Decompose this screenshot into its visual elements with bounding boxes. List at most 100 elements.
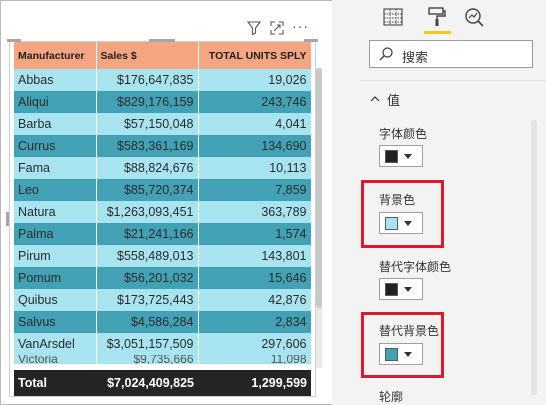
filter-icon[interactable] (246, 20, 264, 38)
font-color-label: 字体颜色 (379, 127, 428, 141)
column-header[interactable]: Manufacturer (14, 42, 97, 69)
cell-sales: $3,051,157,509 (96, 333, 199, 355)
pane-separator (332, 0, 360, 405)
fields-icon[interactable] (382, 6, 404, 28)
cell-manufacturer: Pomum (14, 267, 97, 289)
table-row[interactable]: Fama $88,824,676 10,113 (14, 157, 312, 179)
table-row[interactable]: Palma $21,241,166 1,574 (14, 223, 312, 245)
table-row[interactable]: Natura $1,263,093,451 363,789 (14, 201, 312, 223)
alt-font-color-picker[interactable] (379, 278, 423, 300)
cell-units: 2,834 (198, 311, 312, 333)
focus-mode-icon[interactable] (269, 20, 287, 38)
format-pane-scrollbar[interactable] (531, 120, 537, 395)
cell-sales: $88,824,676 (96, 157, 199, 179)
cell-manufacturer: Quibus (14, 289, 97, 311)
cell-units: 143,801 (198, 245, 312, 267)
cell-sales: $583,361,169 (96, 135, 199, 157)
resize-handle-left[interactable] (6, 212, 9, 226)
table-total-row: Total $7,024,409,825 1,299,599 (14, 370, 311, 396)
cell-units: 363,789 (198, 201, 312, 223)
cell-manufacturer: Abbas (14, 69, 97, 91)
cell-manufacturer: Palma (14, 223, 97, 245)
table-scrollbar[interactable] (316, 68, 322, 368)
cell-sales: $176,647,835 (96, 69, 199, 91)
alt-font-color-label: 替代字体颜色 (379, 260, 452, 274)
cell-manufacturer: Pirum (14, 245, 97, 267)
color-swatch (385, 347, 398, 361)
cell-sales: $21,241,166 (96, 223, 199, 245)
analytics-icon[interactable] (463, 6, 485, 28)
cell-units: 1,574 (198, 223, 312, 245)
cell-manufacturer: Barba (14, 113, 97, 135)
cell-sales: $56,201,032 (96, 267, 199, 289)
alt-background-color-picker[interactable] (379, 343, 423, 365)
color-swatch (385, 216, 398, 230)
cell-manufacturer: Aliqui (14, 91, 97, 113)
selection-border-bottom (9, 396, 316, 397)
search-icon (378, 46, 394, 62)
table-row[interactable]: Barba $57,150,048 4,041 (14, 113, 312, 135)
section-title: 值 (387, 92, 401, 108)
background-color-picker[interactable] (379, 212, 423, 234)
table-row[interactable]: Currus $583,361,169 134,690 (14, 135, 312, 157)
color-swatch (385, 149, 398, 163)
cell-sales: $829,176,159 (96, 91, 199, 113)
cell-sales: $558,489,013 (96, 245, 199, 267)
background-color-label: 背景色 (379, 193, 416, 207)
column-header[interactable]: TOTAL UNITS SPLY (198, 42, 312, 69)
table-row[interactable]: VanArsdel $3,051,157,509 297,606 (14, 333, 312, 355)
data-table: Manufacturer Sales $ TOTAL UNITS SPLY Ab… (14, 42, 312, 364)
table-row[interactable]: Leo $85,720,374 7,859 (14, 179, 312, 201)
search-input[interactable]: 搜索 (369, 40, 533, 68)
table-visual[interactable]: Manufacturer Sales $ TOTAL UNITS SPLY Ab… (6, 39, 319, 397)
color-swatch (385, 282, 398, 296)
total-label: Total (18, 376, 47, 390)
cell-units: 10,113 (198, 157, 312, 179)
cell-units: 4,041 (198, 113, 312, 135)
table-row[interactable]: Quibus $173,725,443 42,876 (14, 289, 312, 311)
chevron-up-icon (370, 96, 380, 102)
format-paintroller-icon[interactable] (426, 6, 448, 28)
chevron-down-icon (404, 351, 412, 357)
pane-divider (360, 80, 546, 81)
cell-units: 134,690 (198, 135, 312, 157)
table-row[interactable]: Salvus $4,586,284 2,834 (14, 311, 312, 333)
chevron-down-icon (404, 153, 412, 159)
chevron-down-icon (404, 220, 412, 226)
table-row[interactable]: Victoria $9,735,666 11,098 (14, 355, 312, 364)
cell-sales: $173,725,443 (96, 289, 199, 311)
table-row[interactable]: Aliqui $829,176,159 243,746 (14, 91, 312, 113)
cell-sales: $4,586,284 (96, 311, 199, 333)
table-row[interactable]: Pirum $558,489,013 143,801 (14, 245, 312, 267)
total-units: 1,299,599 (251, 376, 307, 390)
alt-background-color-label: 替代背景色 (379, 324, 440, 338)
cell-sales: $9,735,666 (96, 355, 199, 364)
cell-manufacturer: Victoria (14, 355, 97, 364)
values-section-header[interactable]: 值 (369, 90, 400, 108)
more-options-icon[interactable]: ··· (292, 18, 310, 36)
active-tab-indicator (424, 31, 451, 34)
cell-manufacturer: VanArsdel (14, 333, 97, 355)
outline-section-label: 轮廓 (379, 390, 404, 404)
cell-units: 42,876 (198, 289, 312, 311)
selection-border-left (9, 42, 10, 396)
search-placeholder: 搜索 (402, 50, 429, 65)
cell-units: 7,859 (198, 179, 312, 201)
table-scrollbar-thumb[interactable] (316, 68, 322, 308)
table-row[interactable]: Abbas $176,647,835 19,026 (14, 69, 312, 91)
column-header[interactable]: Sales $ (96, 42, 199, 69)
chevron-down-icon (404, 286, 412, 292)
table-row[interactable]: Pomum $56,201,032 15,646 (14, 267, 312, 289)
cell-manufacturer: Fama (14, 157, 97, 179)
table-header-row: Manufacturer Sales $ TOTAL UNITS SPLY (14, 42, 312, 69)
cell-units: 243,746 (198, 91, 312, 113)
font-color-picker[interactable] (379, 145, 423, 167)
cell-sales: $57,150,048 (96, 113, 199, 135)
cell-units: 19,026 (198, 69, 312, 91)
cell-units: 297,606 (198, 333, 312, 355)
cell-manufacturer: Salvus (14, 311, 97, 333)
cell-manufacturer: Leo (14, 179, 97, 201)
cell-units: 11,098 (198, 355, 312, 364)
total-sales: $7,024,409,825 (107, 376, 194, 390)
cell-manufacturer: Natura (14, 201, 97, 223)
